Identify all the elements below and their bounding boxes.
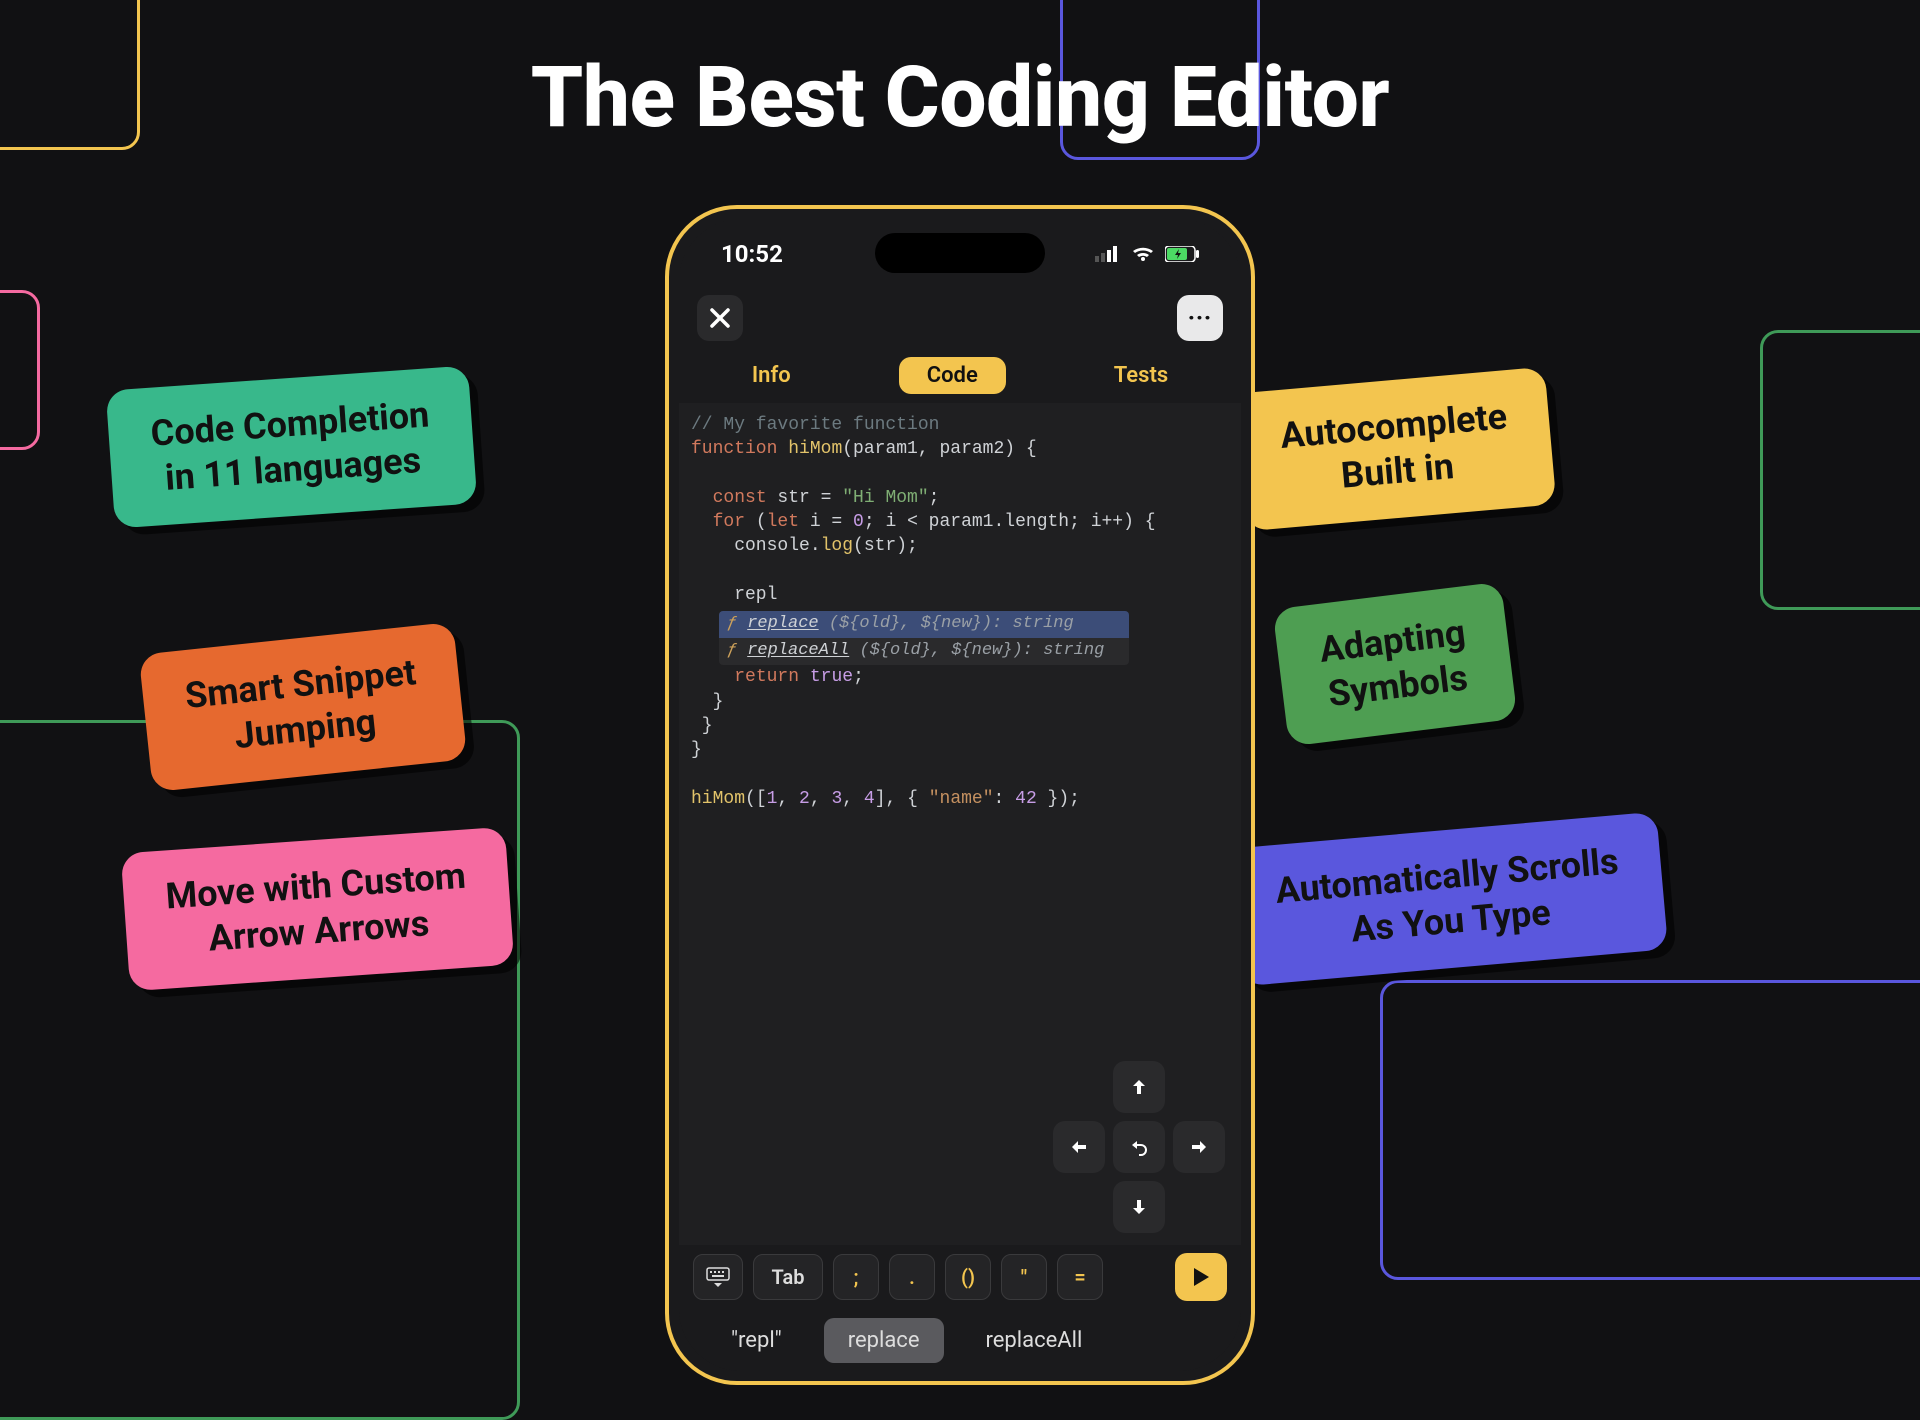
autocomplete-popup[interactable]: ƒ replace (${old}, ${new}): string ƒ rep… bbox=[719, 611, 1129, 665]
callout-adapting-symbols: Adapting Symbols bbox=[1272, 581, 1518, 746]
keyboard-suggestions: "repl" replace replaceAll bbox=[679, 1309, 1241, 1371]
app-topbar: ··· bbox=[679, 289, 1241, 347]
status-time: 10:52 bbox=[721, 240, 783, 268]
tab-code[interactable]: Code bbox=[899, 357, 1006, 394]
code-comment: // My favorite function bbox=[691, 415, 939, 435]
dot-key[interactable]: . bbox=[889, 1254, 935, 1300]
decor-frame-green-r bbox=[1760, 330, 1920, 610]
tab-tests[interactable]: Tests bbox=[1086, 357, 1196, 394]
kind-icon: ƒ bbox=[727, 613, 737, 636]
battery-charging-icon bbox=[1165, 246, 1199, 262]
autocomplete-item[interactable]: ƒ replaceAll (${old}, ${new}): string bbox=[719, 638, 1129, 665]
tab-info[interactable]: Info bbox=[724, 357, 819, 394]
more-button[interactable]: ··· bbox=[1177, 295, 1223, 341]
suggestion-item[interactable]: replaceAll bbox=[962, 1318, 1107, 1363]
decor-frame-purple-br bbox=[1380, 980, 1920, 1280]
arrow-down-button[interactable] bbox=[1113, 1181, 1165, 1233]
undo-button[interactable] bbox=[1113, 1121, 1165, 1173]
semicolon-key[interactable]: ; bbox=[833, 1254, 879, 1300]
callout-autocomplete: Autocomplete Built in bbox=[1235, 367, 1557, 532]
symbol-bar: Tab ; . () " = bbox=[679, 1245, 1241, 1309]
phone-frame: 10:52 ··· Info Code Tests bbox=[665, 205, 1255, 1385]
autocomplete-item[interactable]: ƒ replace (${old}, ${new}): string bbox=[719, 611, 1129, 638]
tab-key[interactable]: Tab bbox=[753, 1254, 823, 1300]
callout-arrow-keys: Move with Custom Arrow Arrows bbox=[121, 827, 514, 991]
kind-icon: ƒ bbox=[727, 640, 737, 663]
typed-partial: repl bbox=[691, 583, 1229, 607]
run-button[interactable] bbox=[1175, 1253, 1227, 1301]
arrow-left-icon bbox=[1069, 1137, 1089, 1157]
keyboard-hide-icon bbox=[706, 1267, 730, 1287]
cellular-icon bbox=[1095, 246, 1121, 262]
code-editor[interactable]: // My favorite function function hiMom(p… bbox=[679, 403, 1241, 1245]
decor-frame-pink bbox=[0, 290, 40, 450]
arrow-right-button[interactable] bbox=[1173, 1121, 1225, 1173]
arrow-down-icon bbox=[1129, 1197, 1149, 1217]
equals-key[interactable]: = bbox=[1057, 1254, 1103, 1300]
callout-autoscroll: Automatically Scrolls As You Type bbox=[1230, 812, 1668, 987]
arrow-up-icon bbox=[1129, 1077, 1149, 1097]
wifi-icon bbox=[1131, 245, 1155, 263]
page-title: The Best Coding Editor bbox=[0, 48, 1920, 147]
arrow-up-button[interactable] bbox=[1113, 1061, 1165, 1113]
arrow-pad bbox=[1053, 1061, 1225, 1233]
decor-frame-green-bl bbox=[0, 720, 520, 1420]
play-icon bbox=[1191, 1266, 1211, 1288]
quote-key[interactable]: " bbox=[1001, 1254, 1047, 1300]
tab-bar: Info Code Tests bbox=[679, 347, 1241, 403]
arrow-left-button[interactable] bbox=[1053, 1121, 1105, 1173]
paren-key[interactable]: () bbox=[945, 1254, 991, 1300]
callout-code-completion: Code Completion in 11 languages bbox=[106, 366, 478, 529]
undo-icon bbox=[1128, 1136, 1150, 1158]
suggestion-item[interactable]: "repl" bbox=[707, 1318, 806, 1363]
close-button[interactable] bbox=[697, 295, 743, 341]
hide-keyboard-button[interactable] bbox=[693, 1254, 743, 1300]
status-bar: 10:52 bbox=[679, 219, 1241, 289]
suggestion-item[interactable]: replace bbox=[824, 1318, 944, 1363]
close-icon bbox=[709, 307, 731, 329]
arrow-right-icon bbox=[1189, 1137, 1209, 1157]
more-icon: ··· bbox=[1188, 306, 1212, 331]
